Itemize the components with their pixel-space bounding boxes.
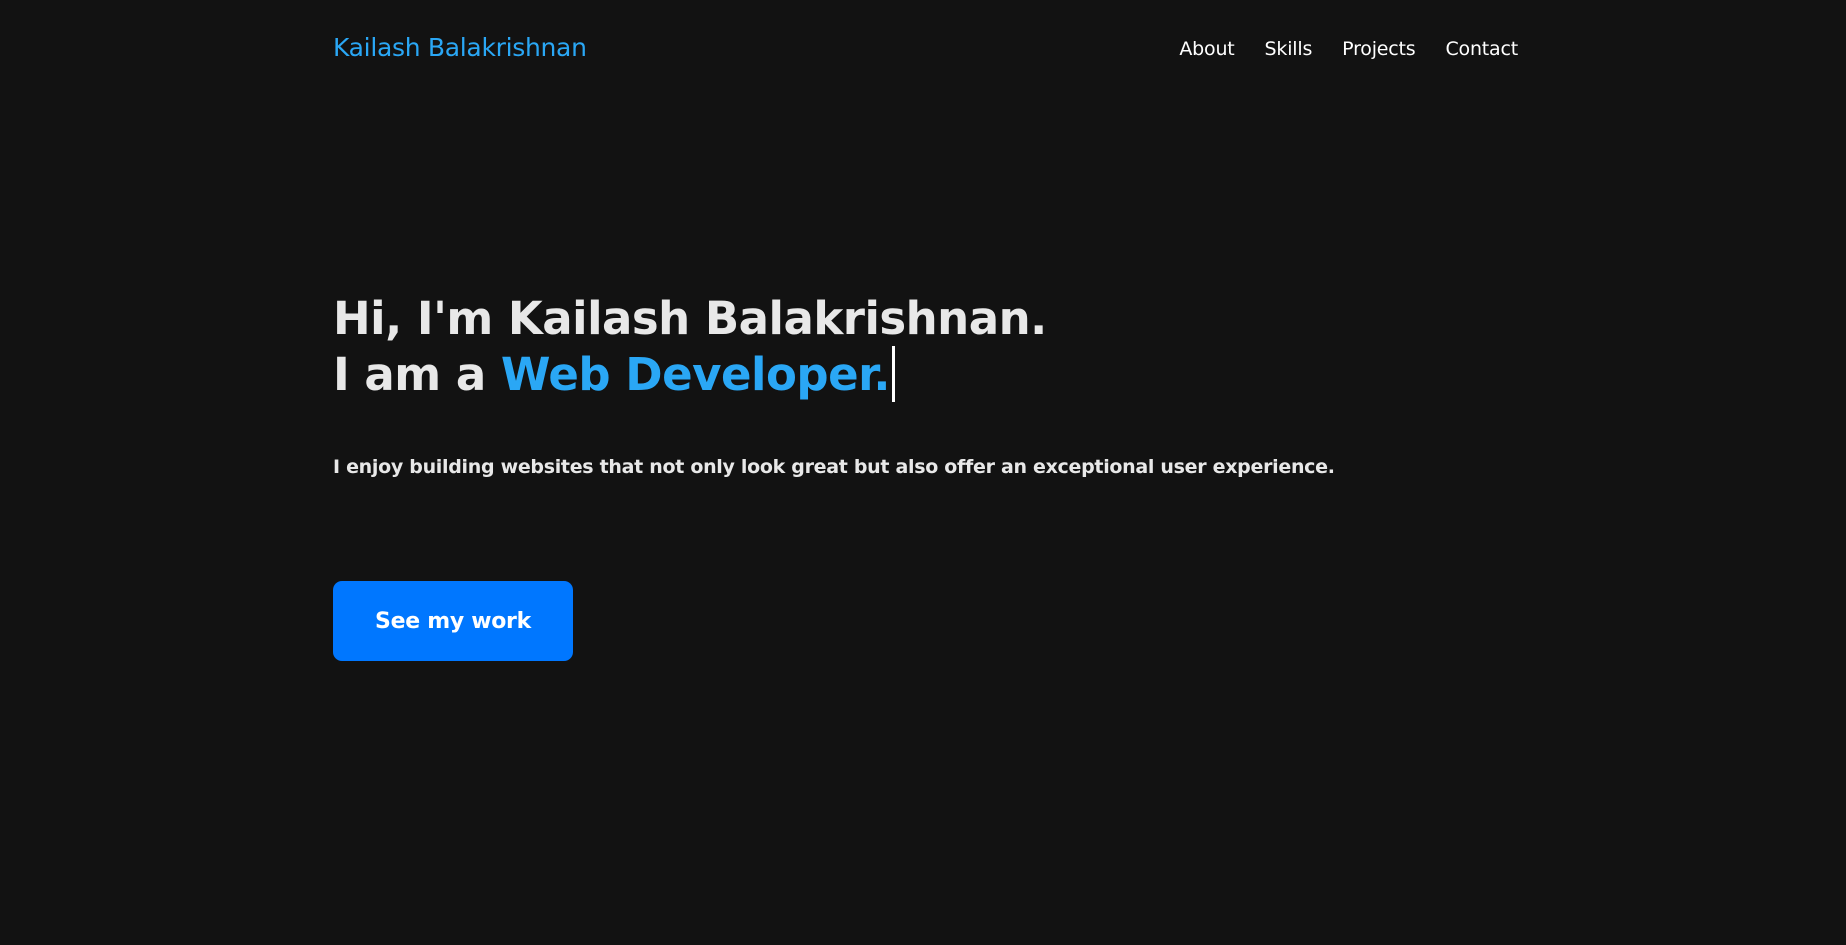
hero-greeting: Hi, I'm Kailash Balakrishnan. [333, 292, 1047, 345]
nav-skills-link[interactable]: Skills [1265, 38, 1313, 60]
nav-contact-link[interactable]: Contact [1445, 38, 1518, 60]
brand-logo-link[interactable]: Kailash Balakrishnan [333, 33, 587, 62]
hero-heading: Hi, I'm Kailash Balakrishnan. I am a Web… [333, 292, 1047, 402]
hero-role-prefix: I am a [333, 348, 501, 401]
typing-cursor [891, 346, 895, 402]
see-my-work-button[interactable]: See my work [333, 581, 573, 661]
page: Kailash Balakrishnan About Skills Projec… [0, 0, 1846, 945]
nav-about-link[interactable]: About [1179, 38, 1234, 60]
nav-projects-link[interactable]: Projects [1342, 38, 1416, 60]
hero-role: Web Developer. [500, 348, 891, 401]
main-nav: About Skills Projects Contact [1179, 38, 1518, 60]
hero-tagline: I enjoy building websites that not only … [333, 456, 1335, 478]
